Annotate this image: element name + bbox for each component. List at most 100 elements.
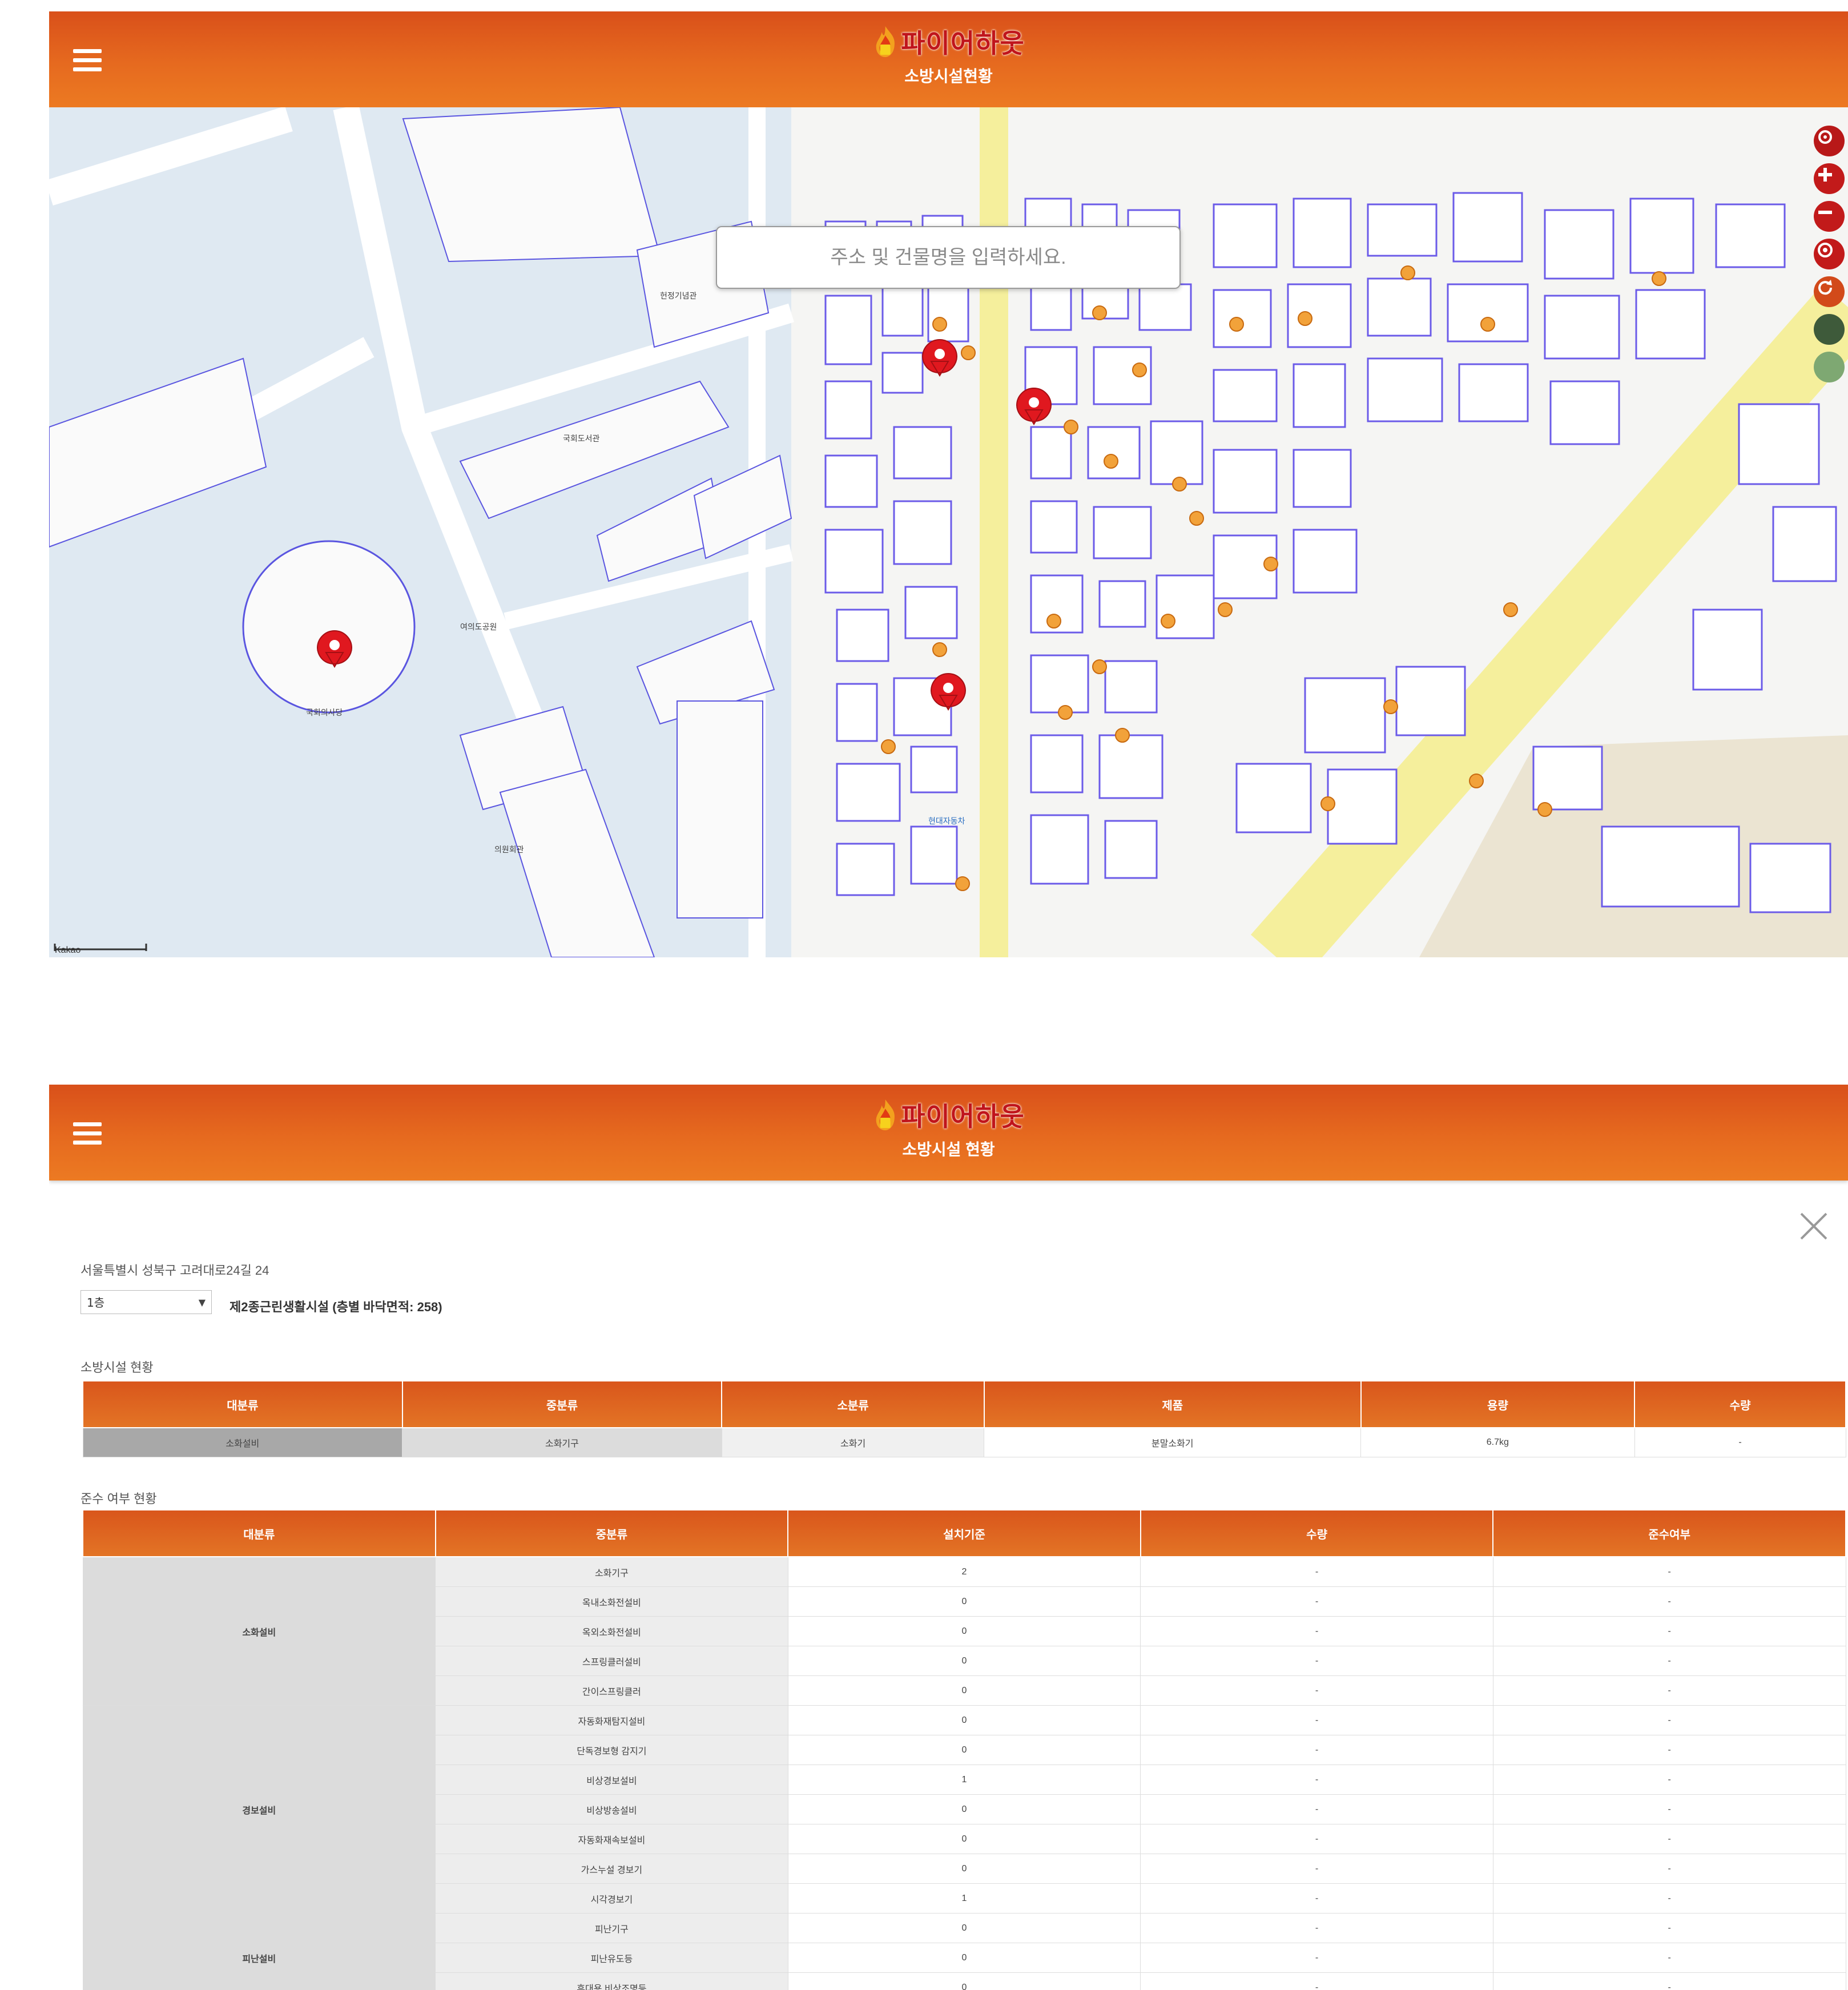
table-cell: 단독경보형 감지기 <box>435 1735 788 1765</box>
table-cell: - <box>1140 1854 1493 1884</box>
table-cell: - <box>1634 1427 1846 1457</box>
building-usage: 제2종근린생활시설 (층별 바닥면적: 258) <box>230 1300 442 1314</box>
table-cell: - <box>1140 1675 1493 1706</box>
table-header: 수량 <box>1140 1509 1494 1557</box>
table-cell: 0 <box>787 1646 1141 1676</box>
table-cell: 간이스프링클러 <box>435 1675 788 1706</box>
table-cell: - <box>1492 1913 1846 1943</box>
map-label: 현대자동차 <box>928 816 965 825</box>
table-cell: - <box>1492 1883 1846 1914</box>
table-cell: 0 <box>787 1913 1141 1943</box>
chevron-down-icon: ▼ <box>198 1297 206 1308</box>
table-cell: - <box>1140 1913 1493 1943</box>
table-header: 수량 <box>1634 1380 1846 1428</box>
table-cell: - <box>1492 1705 1846 1735</box>
floor-select[interactable]: 1층 ▼ <box>80 1290 212 1314</box>
table-cell: 휴대용 비상조명등 <box>435 1972 788 1990</box>
table-cell: 자동화재탐지설비 <box>435 1705 788 1735</box>
table-cell: 피난기구 <box>435 1913 788 1943</box>
table-cell: 비상방송설비 <box>435 1794 788 1824</box>
table-cell: 0 <box>787 1705 1141 1735</box>
table-row: 피난설비 피난기구 0- - <box>82 1913 1846 1990</box>
map-canvas[interactable]: 국회의사당 의원회관 국회도서관 헌정기념관 현대자동차 여의도공원 주소 및 … <box>49 107 1848 957</box>
table-header: 대분류 <box>82 1380 403 1428</box>
table-header: 준수여부 <box>1492 1509 1846 1557</box>
table-cell: 0 <box>787 1586 1141 1617</box>
map-attribution: Kakao <box>55 945 81 955</box>
map-label: 의원회관 <box>494 845 524 854</box>
table-cell: 소화기 <box>721 1427 985 1457</box>
menu-icon[interactable] <box>73 49 102 72</box>
table-cell: - <box>1492 1794 1846 1824</box>
table-header: 대분류 <box>82 1509 436 1557</box>
table-cell: 1 <box>787 1883 1141 1914</box>
map-screen: 파이어하웃 소방시설현황 국회의사당 의원회관 국회도서관 헌정기념관 현대자동… <box>49 11 1848 957</box>
table-cell: 피난유도등 <box>435 1943 788 1973</box>
terrain-icon[interactable] <box>1814 352 1845 382</box>
table-cell: 0 <box>787 1972 1141 1990</box>
location-icon[interactable] <box>1814 126 1845 156</box>
facility-detail-screen: 파이어하웃 소방시설 현황 서울특별시 성북구 고려대로24길 24 1층 ▼ … <box>49 1085 1848 1990</box>
flame-logo-icon <box>876 1099 895 1130</box>
satellite-icon[interactable] <box>1814 314 1845 345</box>
table-cell: 스프링클러설비 <box>435 1646 788 1676</box>
table-cell: 2 <box>787 1556 1141 1587</box>
table-cell: - <box>1492 1765 1846 1795</box>
compliance-table: 대분류 중분류 설치기준 수량 준수여부 소화설비 소화기구 2- - 옥내소화전설비 0- - 옥외… <box>82 1509 1846 1990</box>
table-cell: 소화기구 <box>402 1427 722 1457</box>
map-label: 여의도공원 <box>460 622 497 631</box>
brand-name: 파이어하웃 <box>901 29 1025 58</box>
table-row: 소화설비 소화기구 2- - <box>82 1556 1846 1706</box>
menu-icon[interactable] <box>73 1122 102 1145</box>
brand-name: 파이어하웃 <box>901 1102 1025 1131</box>
table-cell: 비상경보설비 <box>435 1765 788 1795</box>
target-icon[interactable] <box>1814 239 1845 269</box>
table-cell: - <box>1140 1586 1493 1617</box>
brand[interactable]: 파이어하웃 소방시설 현황 <box>872 1096 1025 1160</box>
table-cell: 0 <box>787 1675 1141 1706</box>
table-cell: - <box>1140 1972 1493 1990</box>
table-cell: 옥내소화전설비 <box>435 1586 788 1617</box>
close-icon[interactable] <box>1797 1209 1831 1243</box>
table-cell: - <box>1140 1646 1493 1676</box>
group-cell: 경보설비 <box>82 1705 436 1914</box>
flame-logo-icon <box>876 26 895 57</box>
table-header: 중분류 <box>434 1509 789 1557</box>
table-cell: - <box>1492 1616 1846 1646</box>
zoom-out-icon[interactable] <box>1814 201 1845 232</box>
group-cell: 피난설비 <box>82 1913 436 1990</box>
refresh-icon[interactable] <box>1814 276 1845 307</box>
table-cell: 소화기구 <box>435 1556 788 1587</box>
page-subtitle: 소방시설 현황 <box>902 1141 995 1158</box>
table-header: 중분류 <box>401 1380 723 1428</box>
table-cell: 0 <box>787 1616 1141 1646</box>
table-cell: 0 <box>787 1854 1141 1884</box>
map-label: 헌정기념관 <box>660 291 697 300</box>
table-cell: - <box>1492 1646 1846 1676</box>
table-cell: - <box>1492 1735 1846 1765</box>
table-row: 소화설비 소화기구 소화기 분말소화기 6.7kg - <box>82 1427 1846 1457</box>
table-header: 용량 <box>1360 1380 1636 1428</box>
table-cell: - <box>1492 1675 1846 1706</box>
address-search-input[interactable]: 주소 및 건물명을 입력하세요. <box>716 226 1181 289</box>
table-cell: - <box>1140 1765 1493 1795</box>
table-cell: 시각경보기 <box>435 1883 788 1914</box>
table-cell: - <box>1140 1824 1493 1854</box>
table-header: 설치기준 <box>787 1509 1141 1557</box>
app-header: 파이어하웃 소방시설 현황 <box>49 1085 1848 1181</box>
table-cell: - <box>1492 1556 1846 1587</box>
zoom-in-icon[interactable] <box>1814 163 1845 194</box>
table-cell: 0 <box>787 1794 1141 1824</box>
table-cell: - <box>1140 1556 1493 1587</box>
floor-select-value: 1층 <box>87 1296 105 1310</box>
table-cell: 옥외소화전설비 <box>435 1616 788 1646</box>
brand[interactable]: 파이어하웃 소방시설현황 <box>872 23 1025 87</box>
table-cell: - <box>1140 1616 1493 1646</box>
table-cell: - <box>1492 1586 1846 1617</box>
table-cell: 0 <box>787 1943 1141 1973</box>
group-cell: 소화설비 <box>82 1556 436 1706</box>
table-cell: 분말소화기 <box>984 1427 1361 1457</box>
building-address: 서울특별시 성북구 고려대로24길 24 <box>80 1263 269 1278</box>
map-label: 국회의사당 <box>306 708 343 717</box>
table-cell: - <box>1140 1705 1493 1735</box>
